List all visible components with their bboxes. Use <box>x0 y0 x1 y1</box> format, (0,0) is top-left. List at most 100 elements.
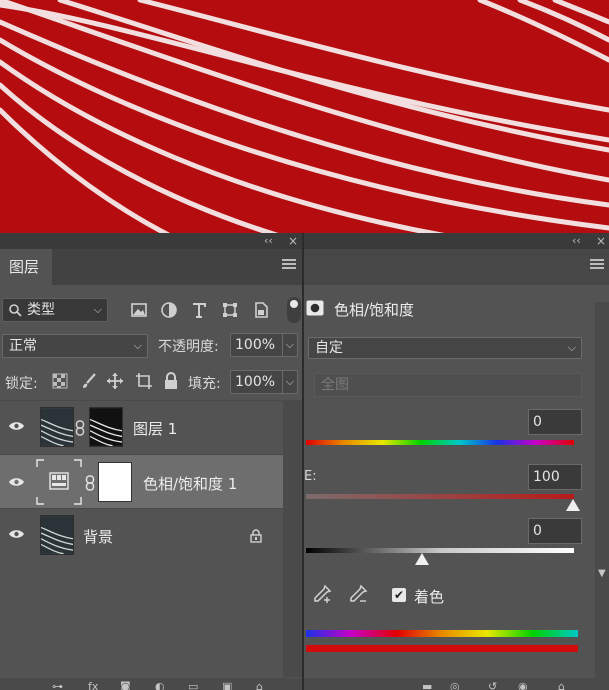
adjustment-circle-icon[interactable] <box>160 301 178 319</box>
layers-panel: ‹‹ × 图层 类型 ⌵ 正常 ⌵ 不透明度: 100% ⌵ 锁定: 填充: 1… <box>0 233 302 690</box>
lock-icon <box>250 529 262 543</box>
visibility-eye-icon[interactable] <box>8 420 25 432</box>
panel-menu-icon[interactable] <box>282 259 296 273</box>
lightness-slider-track[interactable] <box>306 548 574 553</box>
collapse-panel-button[interactable]: ‹‹ <box>264 233 273 249</box>
chain-link-icon[interactable] <box>75 420 85 436</box>
visibility-eye-icon[interactable] <box>8 528 25 540</box>
opacity-field[interactable]: 100% ⌵ <box>230 333 298 357</box>
new-adjustment-icon[interactable]: ◐ <box>155 680 165 690</box>
saturation-value-field[interactable]: 100 <box>528 464 582 490</box>
filter-toggle[interactable] <box>287 297 301 323</box>
layer-row-hue-saturation[interactable]: 色相/饱和度 1 <box>0 454 283 508</box>
chevron-down-icon: ⌵ <box>281 334 294 356</box>
layers-panel-topbar: ‹‹ × <box>0 233 302 249</box>
saturation-label: E: <box>304 469 317 484</box>
hue-saturation-adjustment-icon <box>36 459 82 505</box>
layer-thumbnail <box>40 407 74 447</box>
search-icon <box>9 304 22 317</box>
layer-row-background[interactable]: 背景 <box>0 508 283 562</box>
fx-icon[interactable]: fx <box>88 680 98 690</box>
output-color-bar <box>306 645 578 652</box>
close-panel-button[interactable]: × <box>288 233 298 249</box>
chevron-down-icon: ⌵ <box>281 371 294 393</box>
panel-menu-icon[interactable] <box>590 259 604 273</box>
link-layers-icon[interactable]: ⊶ <box>52 680 63 690</box>
smart-object-icon[interactable] <box>252 301 270 319</box>
opacity-value: 100% <box>235 337 276 353</box>
colorize-label: 着色 <box>414 588 445 606</box>
properties-panel-topbar: ‹‹ × <box>304 233 609 249</box>
saturation-value: 100 <box>533 469 560 485</box>
lock-transparent-icon[interactable] <box>52 373 68 389</box>
add-mask-icon[interactable]: ◙ <box>120 680 131 690</box>
layer-thumbnail <box>40 515 74 555</box>
input-color-bar <box>306 630 578 637</box>
hue-value: 0 <box>533 414 542 430</box>
chevron-down-icon: ⌵ <box>133 339 142 352</box>
fill-value: 100% <box>235 374 276 390</box>
visibility-eye-icon[interactable] <box>8 476 25 488</box>
colorize-checkbox[interactable]: ✔ <box>392 588 406 602</box>
canvas-artwork <box>0 0 609 233</box>
lock-all-icon[interactable] <box>162 372 180 390</box>
properties-panel: ‹‹ × ▼ 色相/饱和度 自定 ⌵ 全图 0 E: 100 0 ✔ 着色 ▬ … <box>304 233 609 690</box>
properties-tab-row <box>304 249 609 285</box>
hue-value-field[interactable]: 0 <box>528 409 582 435</box>
properties-title: 色相/饱和度 <box>334 301 415 319</box>
hue-slider-track[interactable] <box>306 440 574 445</box>
layer-name: 图层 1 <box>133 420 178 438</box>
delete-layer-icon[interactable]: ⌂ <box>256 680 263 690</box>
layer-filter-select[interactable]: 类型 ⌵ <box>2 298 108 322</box>
lightness-slider-handle[interactable] <box>415 553 429 565</box>
lock-move-icon[interactable] <box>106 372 124 390</box>
properties-scrollbar[interactable]: ▼ <box>595 302 609 690</box>
new-layer-icon[interactable]: ▣ <box>222 680 232 690</box>
lock-label: 锁定: <box>5 376 38 392</box>
lightness-value-field[interactable]: 0 <box>528 518 582 544</box>
transform-icon[interactable] <box>221 301 239 319</box>
layer-mask-thumbnail <box>98 462 132 502</box>
close-panel-button[interactable]: × <box>596 233 606 249</box>
layers-scrollbar[interactable] <box>283 400 302 677</box>
visibility-toggle-icon[interactable]: ◉ <box>518 680 528 690</box>
clip-to-layer-icon[interactable]: ▬ <box>422 680 432 690</box>
eyedropper-subtract-icon[interactable] <box>348 584 368 604</box>
blend-mode-select[interactable]: 正常 ⌵ <box>2 334 148 358</box>
fill-label: 填充: <box>188 376 221 392</box>
new-group-icon[interactable]: ▭ <box>188 680 198 690</box>
opacity-label: 不透明度: <box>158 339 219 355</box>
lock-brush-icon[interactable] <box>80 372 98 390</box>
fill-field[interactable]: 100% ⌵ <box>230 370 298 394</box>
reset-icon[interactable]: ↺ <box>488 680 497 690</box>
layer-row-layer1[interactable]: 图层 1 <box>0 400 283 454</box>
view-previous-icon[interactable]: ◎ <box>450 680 460 690</box>
lock-artboard-icon[interactable] <box>135 372 153 390</box>
layer-filter-label: 类型 <box>27 302 55 318</box>
channel-value: 全图 <box>321 377 349 393</box>
chain-link-icon[interactable] <box>85 475 95 491</box>
layers-tab-row: 图层 <box>0 249 302 285</box>
eyedropper-add-icon[interactable] <box>312 584 332 604</box>
toggle-dot-icon <box>290 300 298 308</box>
preset-value: 自定 <box>315 340 343 356</box>
adjustment-layer-icon <box>306 300 324 316</box>
lightness-value: 0 <box>533 523 542 539</box>
document-canvas[interactable] <box>0 0 609 233</box>
type-icon[interactable] <box>190 301 208 319</box>
scroll-down-icon[interactable]: ▼ <box>598 568 606 579</box>
blend-mode-value: 正常 <box>9 338 37 354</box>
layer-name: 色相/饱和度 1 <box>143 475 238 493</box>
preset-select[interactable]: 自定 ⌵ <box>308 337 582 359</box>
image-icon[interactable] <box>130 301 148 319</box>
saturation-slider-track[interactable] <box>306 494 574 499</box>
saturation-slider-handle[interactable] <box>566 499 580 511</box>
collapse-panel-button[interactable]: ‹‹ <box>572 233 581 249</box>
layer-name: 背景 <box>83 528 114 546</box>
tab-layers[interactable]: 图层 <box>0 249 52 285</box>
channel-select[interactable]: 全图 <box>314 373 582 397</box>
delete-adjustment-icon[interactable]: ⌂ <box>558 680 565 690</box>
layer-mask-thumbnail <box>89 407 123 447</box>
chevron-down-icon: ⌵ <box>93 303 102 316</box>
layers-footer: ⊶ fx ◙ ◐ ▭ ▣ ⌂ <box>0 678 302 690</box>
